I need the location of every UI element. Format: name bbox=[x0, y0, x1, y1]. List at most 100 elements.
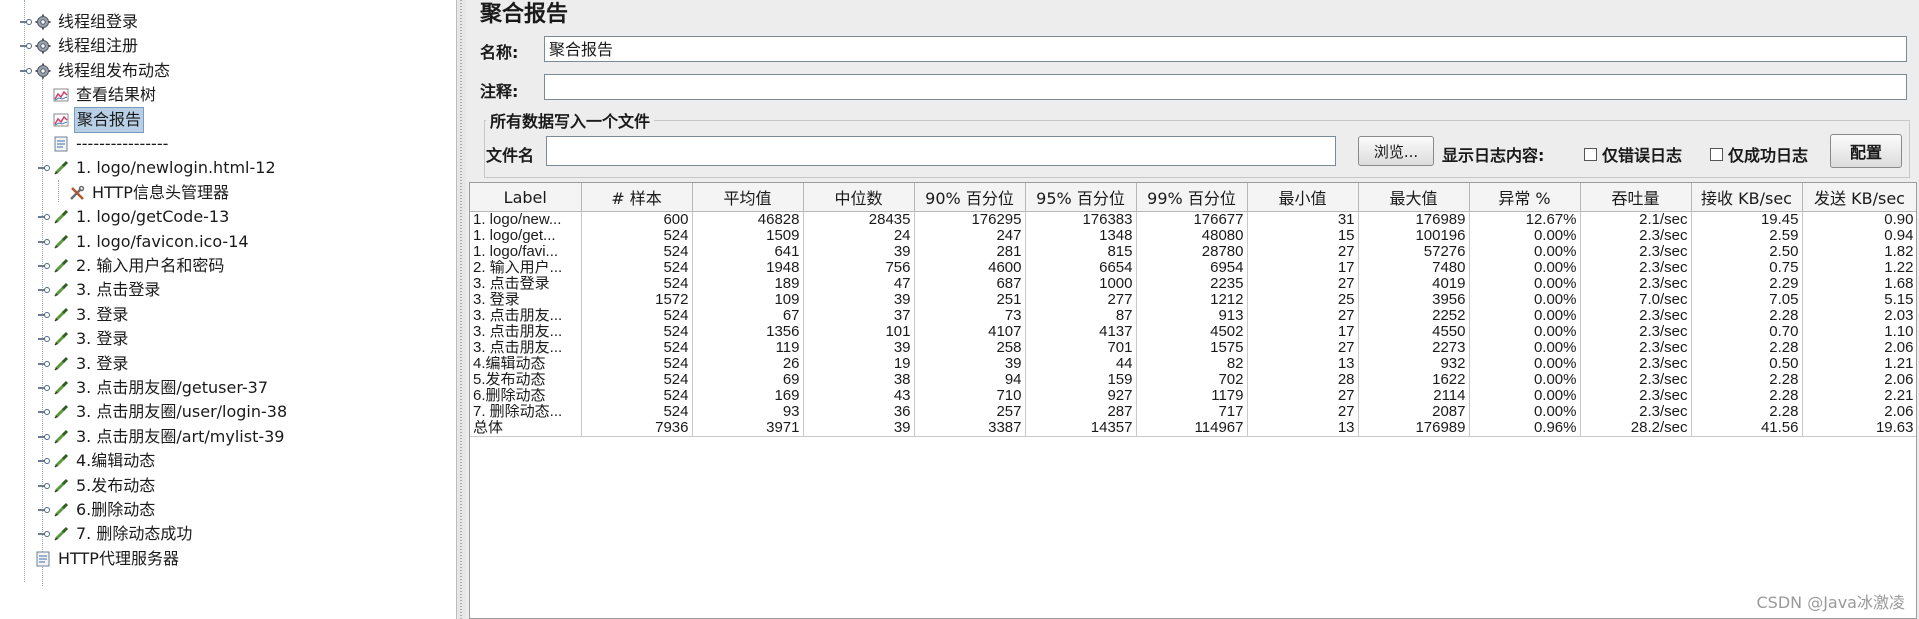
tree-item-label: 线程组发布动态 bbox=[58, 60, 171, 80]
table-cell: 0.00% bbox=[1469, 228, 1581, 244]
table-cell: 19.63 bbox=[1802, 420, 1916, 437]
test-plan-tree[interactable]: 测试计划线程组登录线程组注册线程组发布动态查看结果树聚合报告----------… bbox=[0, 0, 457, 619]
column-header[interactable]: 中位数 bbox=[803, 183, 915, 212]
table-cell: 600 bbox=[581, 211, 693, 228]
tree-item[interactable]: 2. 输入用户名和密码 bbox=[38, 254, 226, 278]
column-header[interactable]: 吞吐量 bbox=[1580, 183, 1692, 212]
filename-input[interactable] bbox=[546, 136, 1336, 166]
table-row[interactable]: 2. 输入用户... 524 1948 756 4600 6654 6954 17 7480 0.… bbox=[470, 260, 1916, 276]
table-row[interactable]: 6.删除动态 524 169 43 710 927 1179 27 2114 0.00% 2.3/s… bbox=[470, 388, 1916, 404]
results-table-container[interactable]: Label # 样本 平均值 中位数 90% 百分位 95% 百分位 99% 百分位 最小值最… bbox=[469, 182, 1917, 619]
table-cell: 37 bbox=[803, 308, 915, 324]
tree-item[interactable]: 线程组注册 bbox=[20, 34, 140, 58]
table-row[interactable]: 总体 7936 3971 39 3387 14357 114967 13 176989 0.96%… bbox=[470, 420, 1916, 437]
table-cell: 100196 bbox=[1358, 228, 1470, 244]
column-header[interactable]: 最小值 bbox=[1247, 183, 1359, 212]
tree-expander-icon[interactable] bbox=[38, 212, 50, 222]
comment-input[interactable] bbox=[544, 74, 1907, 100]
tree-item[interactable]: HTTP代理服务器 bbox=[20, 547, 181, 571]
table-cell: 176383 bbox=[1025, 211, 1137, 228]
tree-item[interactable]: 线程组登录 bbox=[20, 10, 140, 34]
tree-expander-icon[interactable] bbox=[38, 432, 50, 442]
errors-only-checkbox[interactable]: 仅错误日志 bbox=[1584, 142, 1682, 166]
column-header[interactable]: 90% 百分位 bbox=[914, 183, 1026, 212]
tree-expander-icon[interactable] bbox=[38, 334, 50, 344]
tree-expander-icon[interactable] bbox=[20, 66, 32, 76]
tree-item[interactable]: 3. 点击朋友圈/getuser-37 bbox=[38, 376, 270, 400]
tree-item[interactable]: 7. 删除动态成功 bbox=[38, 522, 194, 546]
column-header[interactable]: 最大值 bbox=[1358, 183, 1470, 212]
tree-item[interactable]: 1. logo/getCode-13 bbox=[38, 205, 231, 229]
table-cell: 114967 bbox=[1136, 420, 1248, 437]
tree-item[interactable]: 3. 登录 bbox=[38, 327, 130, 351]
tree-expander-icon[interactable] bbox=[38, 505, 50, 515]
column-header[interactable]: 95% 百分位 bbox=[1025, 183, 1137, 212]
tree-expander-icon[interactable] bbox=[38, 359, 50, 369]
tree-item[interactable]: 4.编辑动态 bbox=[38, 449, 157, 473]
table-row[interactable]: 3. 点击朋友... 524 67 37 73 87 913 27 2252 0.00% 2.3/s… bbox=[470, 308, 1916, 324]
tree-expander-icon[interactable] bbox=[38, 481, 50, 491]
tree-item[interactable]: 3. 登录 bbox=[38, 303, 130, 327]
configure-button[interactable]: 配置 bbox=[1830, 134, 1902, 168]
table-cell: 2.3/sec bbox=[1580, 404, 1692, 420]
column-header[interactable]: 接收 KB/sec bbox=[1691, 183, 1803, 212]
tree-item[interactable]: 线程组发布动态 bbox=[20, 59, 172, 83]
table-cell: 913 bbox=[1136, 308, 1248, 324]
table-row[interactable]: 1. logo/new... 600 46828 28435 176295 176383 1… bbox=[470, 211, 1916, 228]
column-header[interactable]: 发送 KB/sec bbox=[1802, 183, 1916, 212]
column-header[interactable]: 平均值 bbox=[692, 183, 804, 212]
tree-item[interactable]: 3. 登录 bbox=[38, 352, 130, 376]
tree-item[interactable]: 5.发布动态 bbox=[38, 474, 157, 498]
tree-item[interactable]: 3. 点击朋友圈/art/mylist-39 bbox=[38, 425, 286, 449]
tree-expander-icon[interactable] bbox=[20, 17, 32, 27]
name-label: 名称: bbox=[480, 43, 519, 62]
tree-expander-icon[interactable] bbox=[38, 261, 50, 271]
tree-expander-icon[interactable] bbox=[38, 529, 50, 539]
table-row[interactable]: 4.编辑动态 524 26 19 39 44 82 13 932 0.00% 2.3/sec 0.50… bbox=[470, 356, 1916, 372]
tree-item[interactable]: 聚合报告 bbox=[38, 106, 145, 133]
tree-item[interactable]: ---------------- bbox=[38, 132, 170, 156]
success-only-checkbox[interactable]: 仅成功日志 bbox=[1710, 142, 1808, 166]
column-header[interactable]: 异常 % bbox=[1469, 183, 1581, 212]
column-header[interactable]: # 样本 bbox=[581, 183, 693, 212]
table-row[interactable]: 3. 登录 1572 109 39 251 277 1212 25 3956 0.00% 7.0/s… bbox=[470, 292, 1916, 308]
panel-title: 聚合报告 bbox=[480, 2, 569, 27]
tree-item[interactable]: 3. 点击登录 bbox=[38, 278, 162, 302]
tree-expander-icon[interactable] bbox=[38, 237, 50, 247]
tree-expander-icon[interactable] bbox=[38, 285, 50, 295]
tree-expander-icon[interactable] bbox=[20, 41, 32, 51]
tree-item[interactable]: 3. 点击朋友圈/user/login-38 bbox=[38, 400, 289, 424]
tree-expander-icon[interactable] bbox=[38, 310, 50, 320]
table-cell: 7.0/sec bbox=[1580, 292, 1692, 308]
browse-button[interactable]: 浏览... bbox=[1358, 136, 1434, 166]
table-cell: 2.28 bbox=[1691, 340, 1803, 356]
tree-item[interactable]: HTTP信息头管理器 bbox=[54, 181, 231, 205]
table-row[interactable]: 3. 点击登录 524 189 47 687 1000 2235 27 4019 0.00% 2.3… bbox=[470, 276, 1916, 292]
tree-expander-icon[interactable] bbox=[38, 456, 50, 466]
table-row[interactable]: 3. 点击朋友... 524 1356 101 4107 4137 4502 17 4550 0.… bbox=[470, 324, 1916, 340]
tree-expander-icon[interactable] bbox=[38, 407, 50, 417]
tree-item-label: 4.编辑动态 bbox=[76, 451, 156, 471]
tree-expander-icon[interactable] bbox=[38, 163, 50, 173]
pipette-icon bbox=[52, 208, 70, 226]
tree-expander-icon[interactable] bbox=[38, 383, 50, 393]
table-row[interactable]: 7. 删除动态... 524 93 36 257 287 717 27 2087 0.00% 2.3… bbox=[470, 404, 1916, 420]
column-header[interactable]: Label bbox=[470, 183, 582, 212]
table-row[interactable]: 1. logo/favi... 524 641 39 281 815 28780 27 5727… bbox=[470, 244, 1916, 260]
table-cell: 48080 bbox=[1136, 228, 1248, 244]
table-row[interactable]: 3. 点击朋友... 524 119 39 258 701 1575 27 2273 0.00% 2… bbox=[470, 340, 1916, 356]
table-cell: 12.67% bbox=[1469, 211, 1581, 228]
table-row[interactable]: 1. logo/get... 524 1509 24 247 1348 48080 15 100… bbox=[470, 228, 1916, 244]
column-header[interactable]: 99% 百分位 bbox=[1136, 183, 1248, 212]
pipette-icon bbox=[52, 428, 70, 446]
name-input[interactable]: 聚合报告 bbox=[544, 36, 1907, 62]
tree-item[interactable]: 1. logo/newlogin.html-12 bbox=[38, 156, 278, 180]
table-cell: 1.22 bbox=[1802, 260, 1916, 276]
table-row[interactable]: 5.发布动态 524 69 38 94 159 702 28 1622 0.00% 2.3/sec 2… bbox=[470, 372, 1916, 388]
tree-item[interactable]: 1. logo/favicon.ico-14 bbox=[38, 230, 251, 254]
table-cell: 2.28 bbox=[1691, 372, 1803, 388]
table-cell: 19.45 bbox=[1691, 211, 1803, 228]
tree-item[interactable]: 查看结果树 bbox=[38, 83, 158, 107]
tree-item[interactable]: 6.删除动态 bbox=[38, 498, 157, 522]
table-cell: 4019 bbox=[1358, 276, 1470, 292]
